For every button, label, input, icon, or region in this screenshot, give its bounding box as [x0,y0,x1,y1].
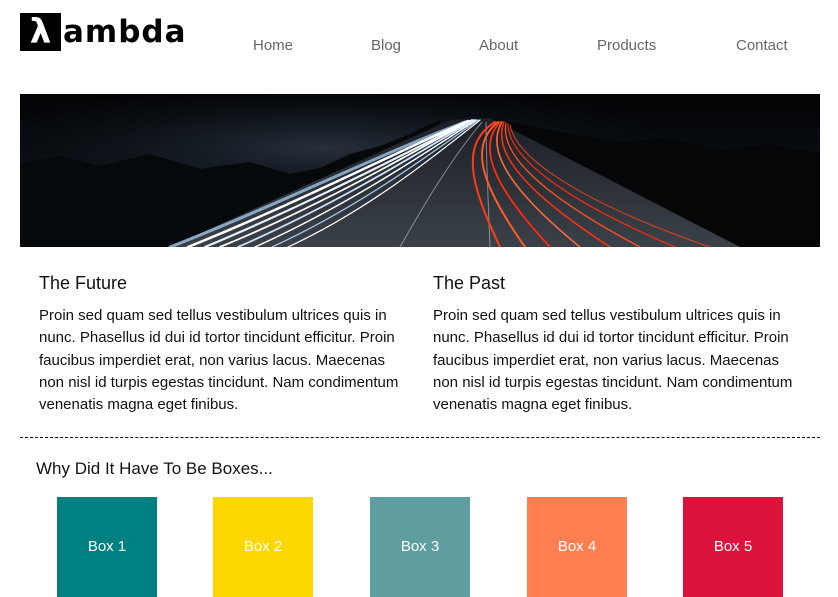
box-4: Box 4 [527,497,627,597]
box-1: Box 1 [57,497,157,597]
nav-products-link[interactable]: Products [597,37,656,55]
site-header: λ ambda Home Blog About Products Contact [0,0,838,94]
box-3: Box 3 [370,497,470,597]
dashed-divider [20,437,820,438]
nav-home-link[interactable]: Home [253,37,293,55]
past-body-text: Proin sed quam sed tellus vestibulum ult… [433,307,793,414]
nav-contact-link[interactable]: Contact [736,37,788,55]
future-body-text: Proin sed quam sed tellus vestibulum ult… [39,307,399,414]
box-2: Box 2 [213,497,313,597]
nav-about-link[interactable]: About [479,37,518,55]
hero-highway-light-trails-image [20,94,820,247]
nav-blog-link[interactable]: Blog [371,37,401,55]
future-heading: The Future [39,273,128,293]
past-heading: The Past [433,273,506,293]
main-nav: Home Blog About Products Contact [0,37,838,57]
past-section: The Past Proin sed quam sed tellus vesti… [433,271,805,416]
boxes-heading: Why Did It Have To Be Boxes... [36,459,273,478]
future-section: The Future Proin sed quam sed tellus ves… [39,271,411,416]
box-5: Box 5 [683,497,783,597]
